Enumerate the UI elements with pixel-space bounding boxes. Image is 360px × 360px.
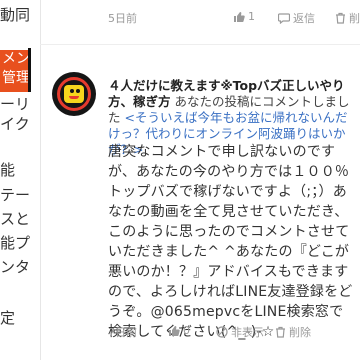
sidebar-item-5[interactable]: 能 (0, 163, 15, 178)
thumbs-up-icon (169, 325, 180, 336)
sidebar-item-8[interactable]: 能プ (0, 236, 30, 251)
top-comment-time: 5日前 (108, 12, 137, 25)
sidebar-item-3[interactable]: ーリ (0, 97, 30, 112)
sidebar-item-active[interactable]: メン 管理 (0, 50, 30, 92)
sidebar: 動同 メン 管理 ーリ イク 能 テー スと 能プ ンタ 定 (0, 0, 41, 360)
trash-icon (336, 12, 345, 24)
comment-feed: 5日前 1 返信 削除 ４人だけに教えます※Topバズ正しいやり方、稼ぎ方 あな… (40, 0, 360, 360)
delete-button[interactable]: 削除 (275, 324, 311, 340)
like-button[interactable]: 0 (168, 324, 190, 337)
divider (40, 44, 360, 45)
reply-button[interactable]: 返信 (278, 10, 315, 26)
thumbs-up-icon (234, 11, 245, 22)
like-button[interactable]: 1 (233, 10, 255, 23)
hide-button[interactable]: 非表示 (216, 324, 264, 340)
like-count: 0 (183, 324, 190, 337)
hide-icon (216, 326, 228, 338)
active-indicator (28, 48, 31, 92)
delete-label: 削除 (289, 326, 311, 339)
comment-time: 7日前 (108, 326, 137, 339)
comment-actions: 7日前 0 非表示 削除 (108, 324, 360, 340)
sidebar-item-1: メン (2, 51, 30, 67)
avatar[interactable] (52, 72, 96, 116)
sidebar-item-2: 管理 (2, 70, 30, 86)
sidebar-item-6[interactable]: テー (0, 188, 30, 203)
comment-icon (278, 13, 290, 24)
delete-button[interactable]: 削除 (335, 10, 360, 26)
sidebar-item-7[interactable]: スと (0, 212, 30, 227)
sidebar-item-0[interactable]: 動同 (0, 8, 30, 23)
sidebar-item-9[interactable]: ンタ (0, 260, 30, 275)
sidebar-item-4[interactable]: イク (0, 117, 30, 132)
reply-label: 返信 (293, 12, 315, 25)
sidebar-item-10[interactable]: 定 (0, 311, 15, 326)
top-comment-actions: 5日前 1 返信 削除 (108, 10, 360, 26)
trash-icon (276, 326, 285, 338)
comment-body: 唐突なコメントで申し訳ないのですが、あなたの今のやり方では１００％トップバズで稼… (108, 144, 353, 340)
delete-label: 削除 (349, 12, 360, 25)
like-count: 1 (248, 10, 255, 23)
hide-label: 非表示 (231, 326, 264, 339)
